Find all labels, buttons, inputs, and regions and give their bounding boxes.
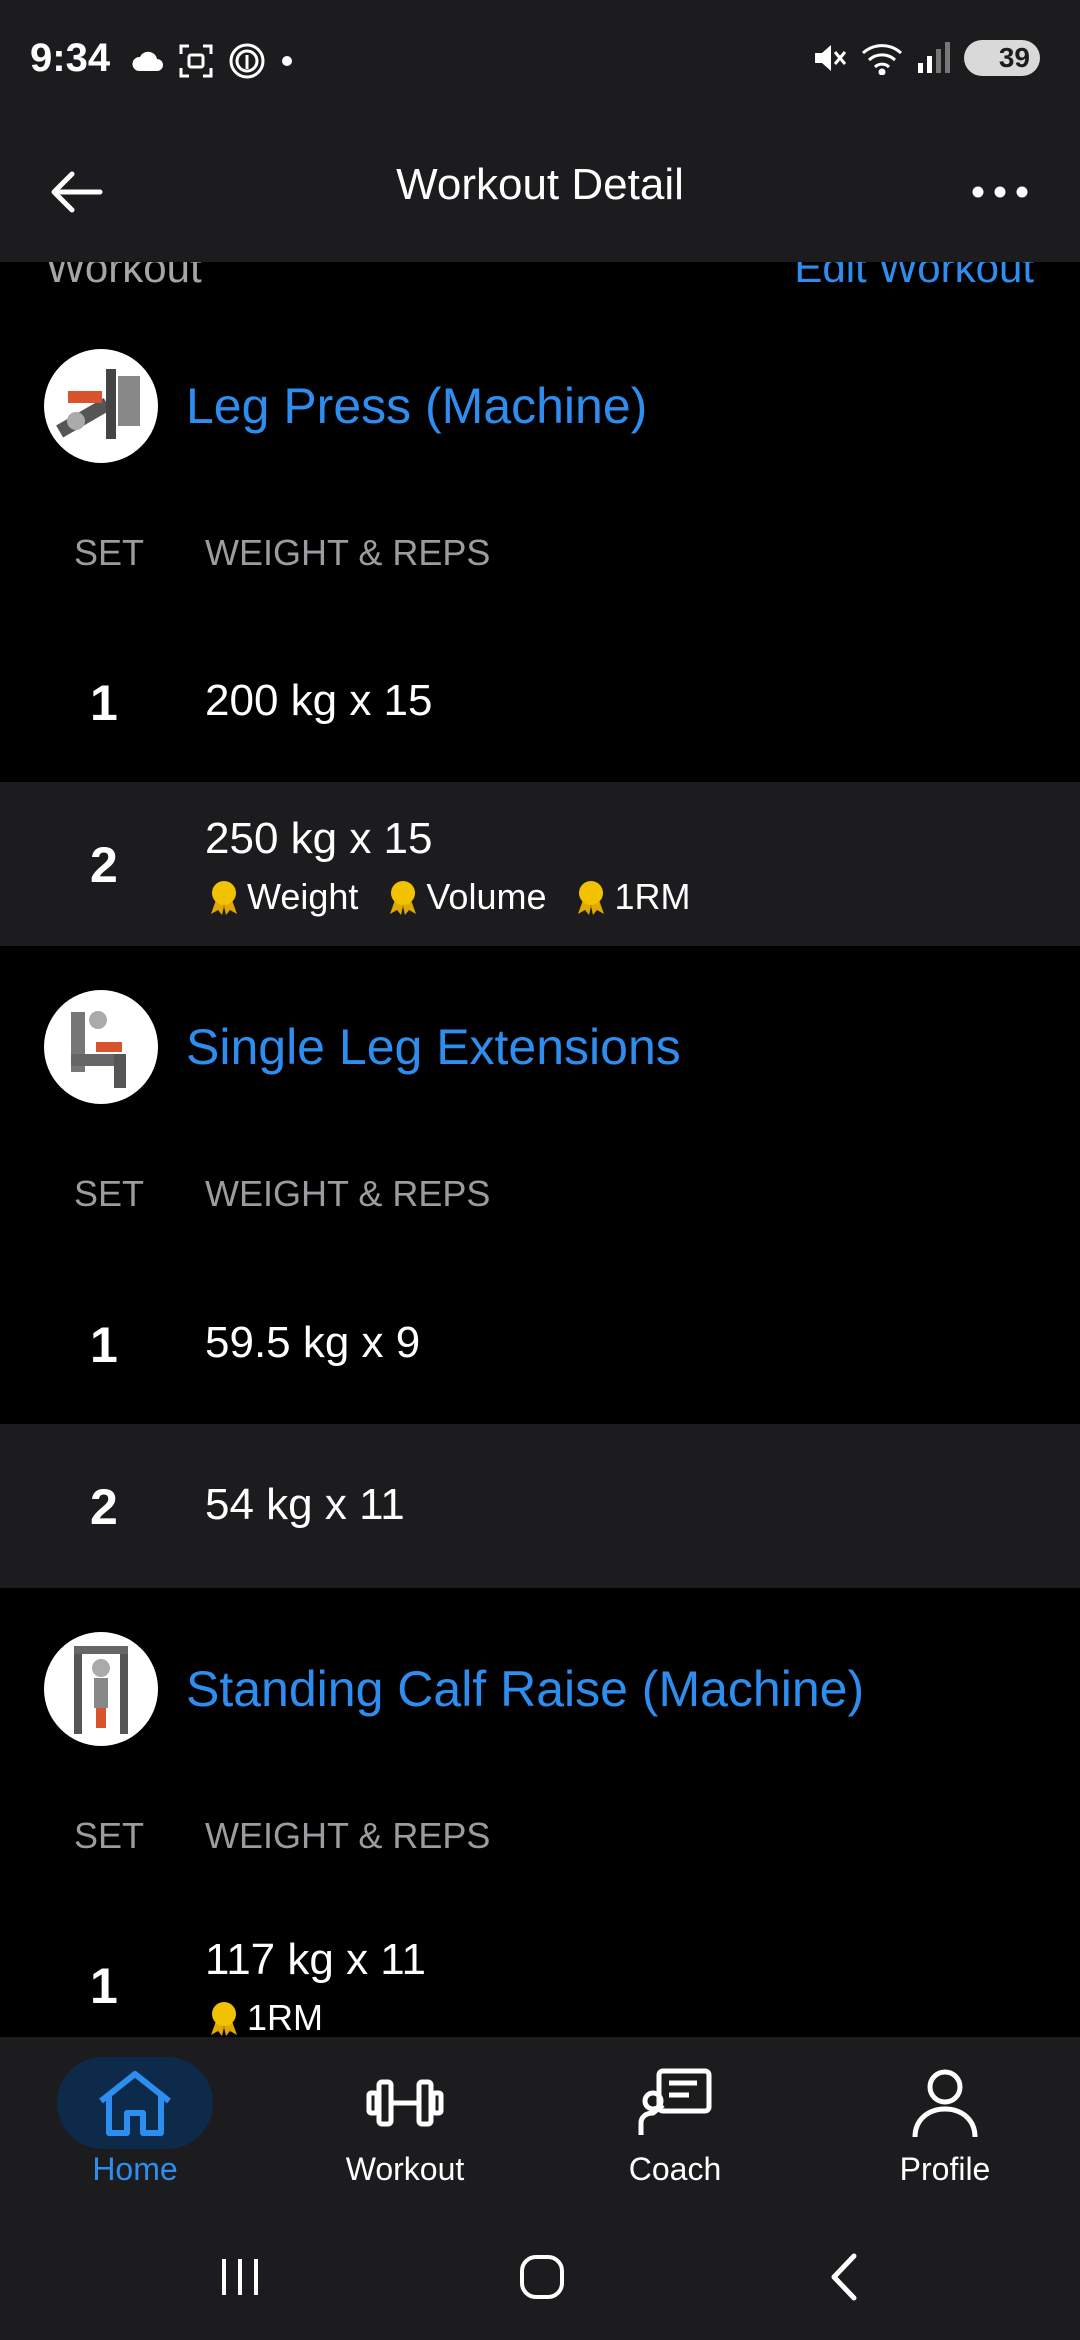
back-system-button[interactable]: [804, 2242, 884, 2312]
mute-icon: [815, 45, 847, 71]
sets-column-header: SET WEIGHT & REPS: [0, 532, 1080, 592]
nav-icon-container: [57, 2057, 213, 2149]
workout-detail-content[interactable]: Workout Edit Workout Leg Press (Machine)…: [0, 262, 1080, 2037]
workout-header-row: Workout Edit Workout: [0, 262, 1080, 304]
set-weight-reps: 117 kg x 11: [205, 1935, 426, 1984]
weight-reps-column-label: WEIGHT & REPS: [205, 1173, 491, 1214]
pr-badge-label: Volume: [426, 876, 547, 917]
medal-icon: [211, 2002, 237, 2036]
sets-column-header: SET WEIGHT & REPS: [0, 1815, 1080, 1875]
dot-icon: [282, 56, 292, 66]
exercise-thumbnail: [44, 1632, 158, 1746]
more-options-button[interactable]: [960, 160, 1040, 224]
medal-icon: [390, 881, 417, 915]
medal-icon: [578, 881, 605, 915]
screenshot-icon: [179, 44, 213, 78]
wifi-icon: [861, 44, 903, 75]
set-weight-reps: 54 kg x 11: [205, 1480, 405, 1529]
set-row[interactable]: 2 250 kg x 15 Weight Volume 1RM: [0, 782, 1080, 946]
nav-icon-container: [597, 2057, 753, 2149]
set-number: 1: [90, 675, 118, 731]
nav-label: Home: [92, 2151, 178, 2187]
pr-badges: Weight Volume 1RM: [205, 876, 691, 918]
nav-icon-container: [867, 2057, 1023, 2149]
exercise-name[interactable]: Leg Press (Machine): [186, 377, 647, 435]
calf-raise-illustration-icon: [74, 1646, 128, 1734]
nav-icon-container: [327, 2057, 483, 2149]
pr-badge: 1RM: [572, 876, 691, 918]
top-app-bar: Workout Detail: [0, 122, 1080, 262]
back-chevron-icon: [831, 2253, 857, 2301]
status-left-icons: [130, 42, 294, 80]
set-column-label: SET: [74, 532, 145, 573]
sets-column-header: SET WEIGHT & REPS: [0, 1173, 1080, 1233]
home-circle-icon: [520, 2255, 564, 2299]
set-column-label: SET: [74, 1815, 145, 1856]
status-time: 9:34: [30, 36, 111, 80]
set-number: 1: [90, 1958, 118, 2014]
set-column-label: SET: [74, 1173, 145, 1214]
weight-reps-column-label: WEIGHT & REPS: [205, 1815, 491, 1856]
status-bar: 9:34 39: [0, 0, 1080, 122]
set-row[interactable]: 1 117 kg x 11 1RM: [0, 1903, 1080, 2037]
leg-press-illustration-icon: [56, 369, 140, 439]
bottom-navigation: Home Workout Coach Profile: [0, 2037, 1080, 2212]
pr-badge-label: Weight: [247, 876, 359, 917]
pr-badge-label: 1RM: [614, 876, 691, 917]
pr-badge-label: 1RM: [247, 1997, 324, 2037]
workout-label: Workout: [46, 262, 202, 291]
set-number: 1: [90, 1317, 118, 1373]
nav-home[interactable]: Home: [0, 2037, 270, 2212]
pr-badge: Volume: [384, 876, 546, 918]
edit-workout-link[interactable]: Edit Workout: [794, 262, 1034, 292]
page-title: Workout Detail: [396, 160, 684, 209]
more-horizontal-icon: [972, 186, 1028, 198]
cloud-icon: [132, 51, 163, 71]
set-number: 2: [90, 1479, 118, 1535]
status-right-icons: 39: [812, 40, 1040, 76]
exercise-name[interactable]: Single Leg Extensions: [186, 1018, 681, 1076]
exercise-header[interactable]: Single Leg Extensions: [0, 990, 1080, 1110]
home-icon: [99, 2071, 171, 2136]
exercise-header[interactable]: Standing Calf Raise (Machine): [0, 1632, 1080, 1752]
exercise-thumbnail: [44, 349, 158, 463]
set-row[interactable]: 2 54 kg x 11: [0, 1424, 1080, 1588]
fingerprint-icon: [229, 43, 265, 79]
medal-icon: [211, 881, 237, 915]
pr-badge: 1RM: [205, 1997, 323, 2037]
set-number: 2: [90, 837, 118, 893]
coach-icon: [638, 2068, 712, 2135]
battery-indicator: 39: [964, 40, 1040, 76]
nav-coach[interactable]: Coach: [540, 2037, 810, 2212]
leg-extension-illustration-icon: [71, 1011, 126, 1088]
nav-label: Coach: [628, 2151, 722, 2187]
recent-apps-button[interactable]: [200, 2242, 280, 2312]
signal-icon: [918, 42, 950, 73]
set-row[interactable]: 1 200 kg x 15: [0, 620, 1080, 784]
set-weight-reps: 59.5 kg x 9: [205, 1318, 421, 1367]
set-weight-reps: 200 kg x 15: [205, 676, 433, 725]
set-row[interactable]: 1 59.5 kg x 9: [0, 1262, 1080, 1426]
dumbbell-icon: [366, 2079, 444, 2127]
exercise-header[interactable]: Leg Press (Machine): [0, 349, 1080, 469]
home-system-button[interactable]: [502, 2242, 582, 2312]
system-navigation-bar: [0, 2212, 1080, 2340]
pr-badges: 1RM: [205, 1997, 323, 2037]
recent-apps-icon: [222, 2259, 258, 2295]
profile-icon: [912, 2069, 978, 2138]
nav-label: Workout: [345, 2151, 465, 2187]
nav-label: Profile: [899, 2151, 991, 2187]
weight-reps-column-label: WEIGHT & REPS: [205, 532, 491, 573]
exercise-thumbnail: [44, 990, 158, 1104]
exercise-name[interactable]: Standing Calf Raise (Machine): [186, 1660, 864, 1718]
set-weight-reps: 250 kg x 15: [205, 814, 433, 863]
nav-profile[interactable]: Profile: [810, 2037, 1080, 2212]
nav-workout[interactable]: Workout: [270, 2037, 540, 2212]
pr-badge: Weight: [205, 876, 358, 918]
